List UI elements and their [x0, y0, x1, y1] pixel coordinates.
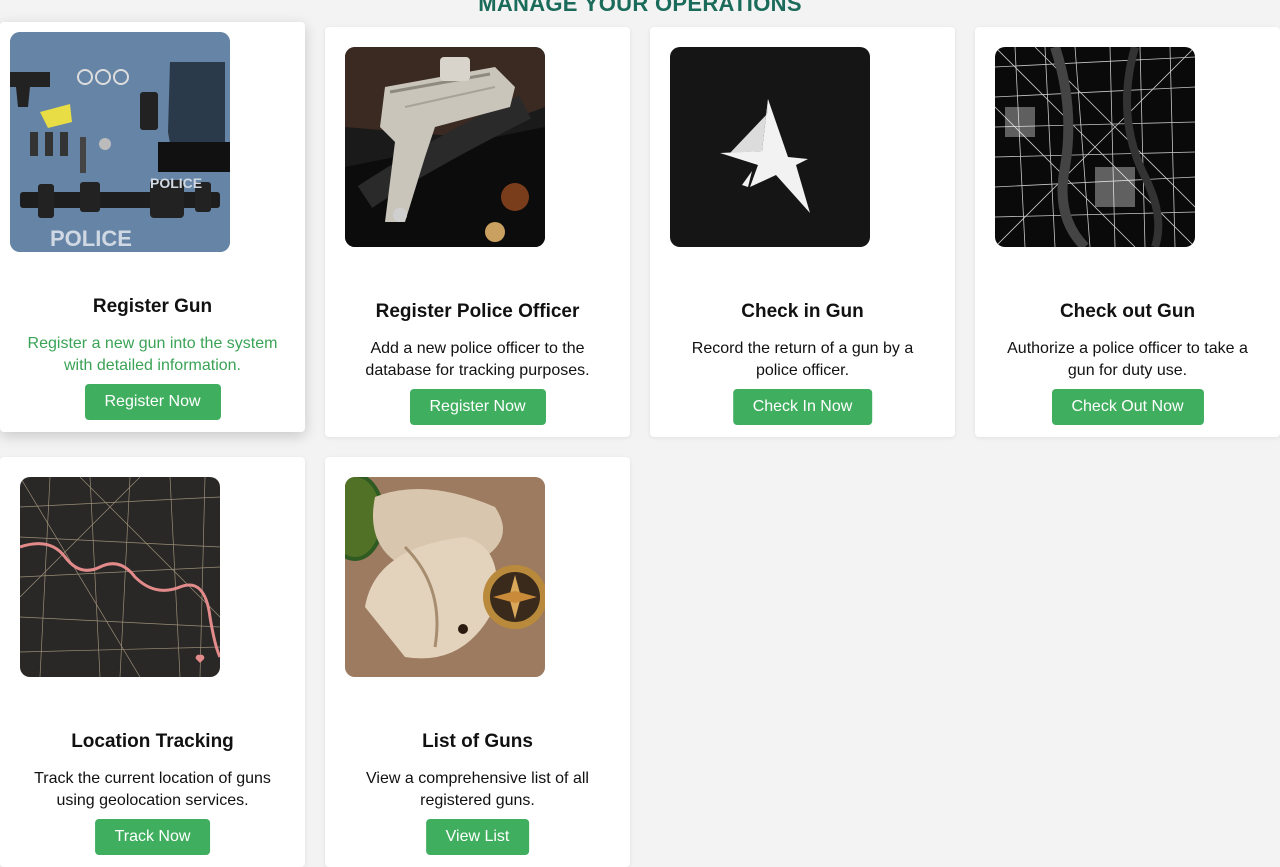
card-location-tracking[interactable]: Location Tracking Track the current loca…: [0, 457, 305, 867]
police-gear-flatlay-image: POLICE POLICE: [10, 32, 230, 252]
card-title: Location Tracking: [71, 731, 234, 752]
card-register-police-officer[interactable]: Register Police Officer Add a new police…: [325, 27, 630, 437]
page-heading: MANAGE YOUR OPERATIONS: [478, 0, 802, 16]
card-description: Add a new police officer to the database…: [365, 340, 590, 379]
card-title: List of Guns: [422, 731, 533, 752]
register-officer-button[interactable]: Register Now: [409, 389, 546, 425]
card-check-out-gun[interactable]: Check out Gun Authorize a police officer…: [975, 27, 1280, 437]
card-title: Register Gun: [92, 296, 213, 317]
star-logo-image: [670, 47, 870, 247]
register-gun-button[interactable]: Register Now: [84, 384, 221, 420]
card-description: Record the return of a gun by a police o…: [691, 340, 914, 379]
view-list-button[interactable]: View List: [425, 819, 530, 855]
track-now-button[interactable]: Track Now: [94, 819, 211, 855]
svg-text:POLICE: POLICE: [150, 175, 202, 191]
dark-street-map-image: [20, 477, 220, 677]
card-title: Check out Gun: [1059, 301, 1196, 322]
city-map-image: [995, 47, 1195, 247]
card-check-in-gun[interactable]: Check in Gun Record the return of a gun …: [650, 27, 955, 437]
engraved-pistol-image: [345, 47, 545, 247]
card-description: Authorize a police officer to take a gun…: [1007, 340, 1248, 379]
card-title: Check in Gun: [741, 301, 864, 322]
card-description: Register a new gun into the system with …: [27, 335, 278, 374]
old-map-compass-image: [345, 477, 545, 677]
card-list-of-guns[interactable]: List of Guns View a comprehensive list o…: [325, 457, 630, 867]
card-description: Track the current location of guns using…: [34, 770, 271, 809]
card-description: View a comprehensive list of all registe…: [366, 770, 589, 809]
check-in-button[interactable]: Check In Now: [732, 389, 873, 425]
svg-text:POLICE: POLICE: [50, 226, 132, 251]
card-title: Register Police Officer: [375, 301, 580, 322]
check-out-button[interactable]: Check Out Now: [1051, 389, 1204, 425]
card-register-gun[interactable]: POLICE POLICE Register Gun Register a ne…: [0, 22, 305, 432]
